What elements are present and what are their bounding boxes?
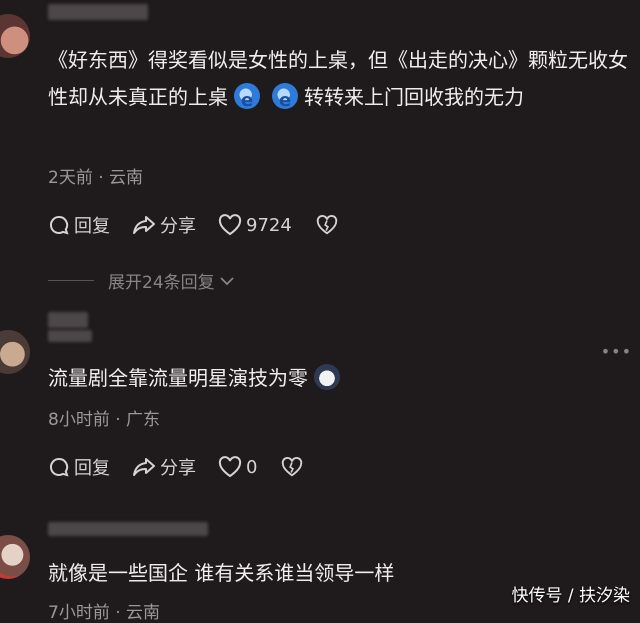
more-options-icon[interactable]: ••• bbox=[601, 342, 632, 361]
comment-actions: 回复 分享 0 bbox=[48, 454, 329, 480]
share-icon bbox=[133, 458, 155, 476]
broken-heart-icon bbox=[316, 215, 338, 235]
reply-button[interactable]: 回复 bbox=[48, 454, 110, 480]
heart-icon bbox=[218, 214, 242, 236]
heart-icon bbox=[218, 456, 242, 478]
reply-icon bbox=[50, 215, 69, 235]
cat-icon bbox=[314, 364, 340, 390]
username-blurred[interactable] bbox=[48, 522, 208, 536]
comment-text: 流量剧全靠流量明星演技为零 bbox=[48, 360, 628, 397]
ie-icon bbox=[272, 82, 298, 119]
avatar[interactable] bbox=[0, 330, 30, 374]
username-blurred[interactable] bbox=[48, 312, 88, 328]
watermark: 快传号 / 扶汐染 bbox=[511, 586, 630, 606]
like-button[interactable]: 0 bbox=[218, 456, 257, 478]
divider bbox=[48, 280, 94, 281]
ie-icon bbox=[234, 82, 260, 119]
comment-meta: 8小时前 · 广东 bbox=[48, 410, 161, 430]
reply-icon bbox=[50, 457, 69, 477]
reply-button[interactable]: 回复 bbox=[48, 212, 110, 238]
avatar[interactable] bbox=[0, 535, 30, 579]
share-button[interactable]: 分享 bbox=[132, 212, 196, 238]
share-button[interactable]: 分享 bbox=[132, 454, 196, 480]
expand-replies[interactable]: 展开24条回复 bbox=[48, 268, 235, 293]
comment-text: 《好东西》得奖看似是女性的上桌，但《出走的决心》颗粒无收女性却从未真正的上桌转转… bbox=[48, 42, 628, 119]
avatar[interactable] bbox=[0, 14, 30, 58]
broken-heart-icon bbox=[282, 457, 303, 477]
username-blurred[interactable] bbox=[48, 4, 148, 20]
dislike-button[interactable] bbox=[316, 214, 342, 236]
share-icon bbox=[133, 216, 155, 234]
comment-meta: 7小时前 · 云南 bbox=[48, 603, 161, 623]
comment-meta: 2天前 · 云南 bbox=[48, 168, 144, 188]
comment-actions: 回复 分享 9724 bbox=[48, 212, 364, 238]
username-blurred[interactable] bbox=[48, 330, 92, 342]
like-button[interactable]: 9724 bbox=[218, 214, 292, 236]
chevron-down-icon bbox=[220, 276, 234, 285]
dislike-button[interactable] bbox=[281, 456, 307, 478]
